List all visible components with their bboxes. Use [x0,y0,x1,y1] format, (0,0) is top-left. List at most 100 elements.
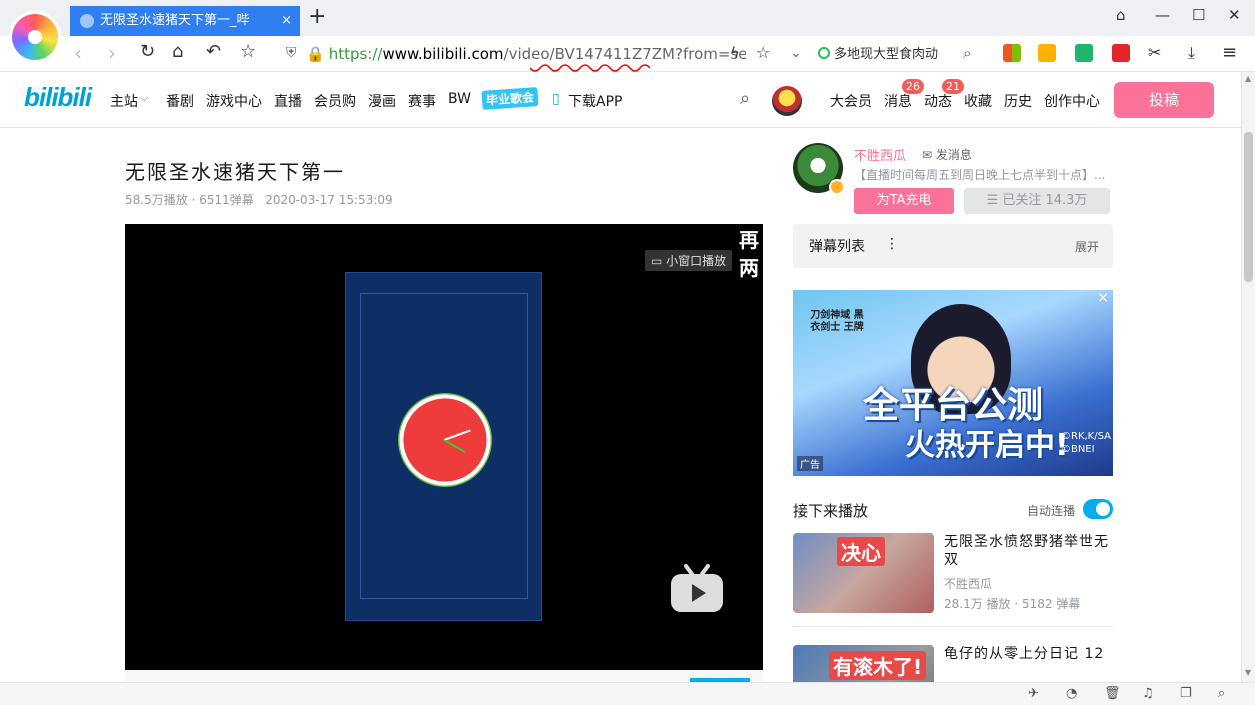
chevron-down-icon: ⌵ [140,91,149,104]
search-icon[interactable]: ⌕ [963,44,971,62]
nav-bw[interactable]: BW [448,91,471,107]
ad-game-logo: 刀剑神域 黑衣剑士 王牌 [810,310,864,333]
scroll-down-icon[interactable]: ▼ [1245,668,1251,677]
nav-bangumi[interactable]: 番剧 [166,91,194,111]
mini-player-button[interactable]: ▭ 小窗口播放 [645,250,733,271]
zoom-icon[interactable]: ⌕ [1218,686,1225,701]
extension-red-icon[interactable] [1112,44,1130,62]
nav-messages[interactable]: 消息 26 [884,79,924,111]
danmaku-count: 6511弹幕 [199,193,254,207]
tab-favicon-icon [80,14,94,28]
maximize-button[interactable]: ☐ [1192,6,1205,24]
video-player[interactable]: ▭ 小窗口播放 再两 [125,224,763,670]
uploader-avatar[interactable] [793,143,845,195]
upload-button[interactable]: 投稿 [1114,82,1214,118]
volume-icon[interactable]: ♫ [1142,686,1154,701]
phone-icon: ▯ [552,91,560,107]
nav-live[interactable]: 直播 [274,91,302,111]
tab-title: 无限圣水速猪天下第一_哔 [100,13,250,28]
nav-member-shop[interactable]: 会员购 [314,91,356,111]
nav-creator-center[interactable]: 创作中心 [1044,91,1100,111]
new-tab-button[interactable]: + [308,4,326,29]
nav-vip[interactable]: 大会员 [830,91,872,111]
nav-messages-label: 消息 [884,94,912,110]
window-icon[interactable]: ❐ [1180,686,1192,701]
nav-main-site[interactable]: 主站 [110,91,138,111]
minimize-button[interactable]: — [1155,6,1170,24]
page-scrollbar[interactable]: ▲ ▼ [1241,72,1255,682]
back-icon[interactable]: ‹ [74,41,82,65]
more-options-icon[interactable]: ⋮ [885,236,899,252]
speed-icon[interactable]: ◔ [1066,686,1077,701]
up-next-title: 接下来播放 [793,502,869,520]
recommended-video-stats: 28.1万 播放 · 5182 弹幕 [944,597,1081,611]
follow-button[interactable]: ☰ 已关注 14.3万 [964,188,1110,214]
skin-icon[interactable]: ⌂ [1116,6,1126,24]
graduation-concert-banner[interactable]: 毕业歌会 [481,87,539,110]
send-message-link[interactable]: ✉ 发消息 [922,146,972,163]
watermelon-clock-image [398,393,492,487]
search-icon[interactable]: ⌕ [740,88,750,109]
bookmark-star-icon[interactable]: ☆ [756,43,770,62]
send-message-label: 发消息 [935,148,972,162]
dynamic-count-badge: 21 [942,79,964,94]
nav-esports[interactable]: 赛事 [408,91,436,111]
shield-icon[interactable]: ⛨ [286,45,297,61]
uploader-name[interactable]: 不胜西瓜 [854,145,906,164]
apps-icon[interactable] [1003,44,1021,62]
ad-close-icon[interactable]: × [1097,290,1109,306]
video-title: 无限圣水速猪天下第一 [125,160,345,184]
chevron-down-icon[interactable]: ⌄ [790,45,802,61]
publish-date: 2020-03-17 15:53:09 [265,193,393,207]
favorite-star-icon[interactable]: ☆ [240,41,256,62]
danmaku-list-panel[interactable]: 弹幕列表 ⋮ 展开 [793,224,1113,268]
ad-subheadline: 火热开启中! [905,428,1069,463]
scissors-icon[interactable]: ✂ [1148,43,1161,62]
charge-button[interactable]: 为TA充电 [854,188,954,214]
view-count: 58.5万播放 [125,193,188,207]
expand-button[interactable]: 展开 [1075,238,1099,255]
scroll-up-icon[interactable]: ▲ [1245,74,1251,83]
rocket-icon[interactable]: ✈ [1028,686,1039,701]
thumbnail-caption: 决心 [837,537,885,566]
nav-favorites[interactable]: 收藏 [964,91,992,111]
search-box[interactable]: 多地现大型食肉动 [818,44,978,66]
search-engine-icon [818,47,830,59]
nav-game-center[interactable]: 游戏中心 [206,91,262,111]
autoplay-toggle[interactable] [1083,499,1113,519]
danmaku-list-title: 弹幕列表 [809,239,865,255]
browser-tab-bar: 无限圣水速猪天下第一_哔 × + ⌂ — ☐ ✕ [0,0,1255,36]
undo-icon[interactable]: ↶ [206,41,221,62]
tab-close-icon[interactable]: × [281,6,292,36]
player-toolbar [125,670,763,682]
extension-cat-icon[interactable] [1038,44,1056,62]
nav-history[interactable]: 历史 [1004,91,1032,111]
lightning-icon[interactable]: ϟ [730,44,740,62]
advertisement-banner[interactable]: 刀剑神域 黑衣剑士 王牌 全平台公测 火热开启中! ©RK,K/SA ©BNEI… [793,290,1113,476]
download-app-link[interactable]: 下载APP [568,91,622,111]
recommended-video[interactable]: 决心 无限圣水愤怒野猪举世无双 不胜西瓜 28.1万 播放 · 5182 弹幕 [793,533,1113,613]
reload-icon[interactable]: ↻ [140,41,155,62]
browser-logo-icon[interactable] [12,14,58,60]
autoplay-label: 自动连播 [1027,504,1076,518]
recommended-video[interactable]: 有滚木了! 龟仔的从零上分日记 12 [793,645,1113,682]
close-window-button[interactable]: ✕ [1228,6,1241,24]
browser-status-bar: ✈ ◔ 🗑 ♫ ❐ ⌕ [0,682,1255,705]
ad-tag: 广告 [797,456,823,471]
scrollbar-thumb[interactable] [1244,132,1253,282]
nav-manga[interactable]: 漫画 [368,91,396,111]
user-avatar[interactable] [772,86,802,116]
bilibili-tv-play-icon[interactable] [670,564,724,614]
home-icon[interactable]: ⌂ [172,41,183,62]
nav-dynamic[interactable]: 动态 21 [924,79,964,111]
trash-icon[interactable]: 🗑 [1104,686,1121,701]
forward-icon[interactable]: › [108,41,116,65]
browser-tab-active[interactable]: 无限圣水速猪天下第一_哔 × [70,6,300,36]
menu-icon[interactable]: ≡ [1222,42,1237,63]
extension-eye-icon[interactable] [1075,44,1093,62]
bilibili-logo[interactable]: bilibili [24,82,92,113]
video-meta: 58.5万播放 · 6511弹幕 2020-03-17 15:53:09 [125,193,393,207]
url-field[interactable]: 🔒 https://www.bilibili.com/video/BV147411… [306,42,746,66]
download-icon[interactable]: ⤓ [1188,43,1195,63]
message-count-badge: 26 [902,79,924,94]
